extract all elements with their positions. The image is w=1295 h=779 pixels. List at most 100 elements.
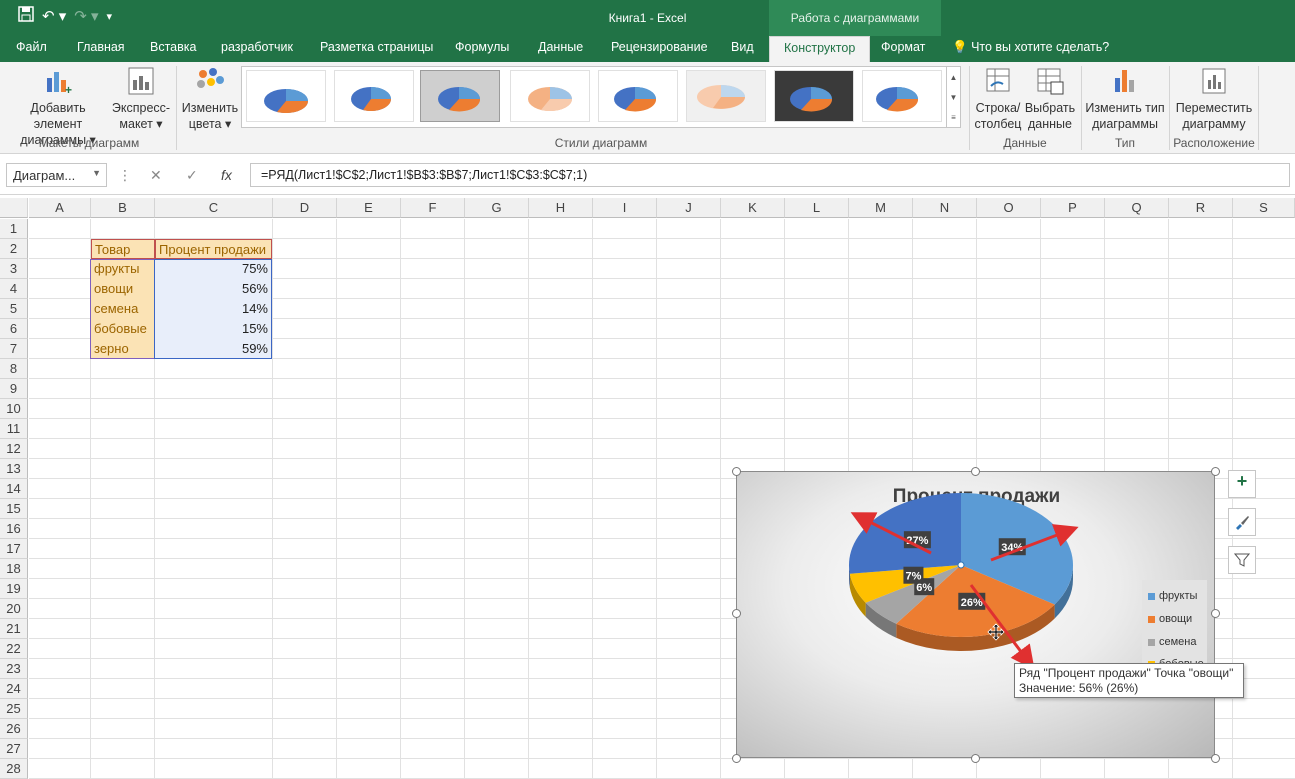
scroll-up-icon[interactable]: ▲ bbox=[947, 67, 960, 87]
tab-home[interactable]: Главная bbox=[77, 40, 125, 54]
cancel-edit-icon[interactable]: ✕ bbox=[150, 167, 162, 184]
resize-handle-n[interactable] bbox=[971, 467, 980, 476]
column-header-J[interactable]: J bbox=[657, 198, 721, 218]
row-header-28[interactable]: 28 bbox=[0, 759, 28, 779]
resize-handle-ne[interactable] bbox=[1211, 467, 1220, 476]
insert-function-icon[interactable]: fx bbox=[221, 167, 232, 183]
row-header-12[interactable]: 12 bbox=[0, 439, 28, 459]
row-header-9[interactable]: 9 bbox=[0, 379, 28, 399]
column-header-P[interactable]: P bbox=[1041, 198, 1105, 218]
tab-data[interactable]: Данные bbox=[538, 40, 583, 54]
cell-C2[interactable]: Процент продажи bbox=[155, 239, 272, 259]
chart-styles-button[interactable] bbox=[1228, 508, 1256, 536]
column-header-B[interactable]: B bbox=[91, 198, 155, 218]
slice-selection-handle[interactable] bbox=[957, 561, 965, 569]
move-chart-button[interactable]: Переместить диаграмму bbox=[1172, 66, 1256, 132]
data-label-овощи[interactable]: 26% bbox=[958, 592, 986, 610]
column-header-L[interactable]: L bbox=[785, 198, 849, 218]
row-header-4[interactable]: 4 bbox=[0, 279, 28, 299]
column-header-G[interactable]: G bbox=[465, 198, 529, 218]
row-header-2[interactable]: 2 bbox=[0, 239, 28, 259]
resize-handle-se[interactable] bbox=[1211, 754, 1220, 763]
resize-handle-w[interactable] bbox=[732, 609, 741, 618]
tab-formulas[interactable]: Формулы bbox=[455, 40, 509, 54]
column-header-R[interactable]: R bbox=[1169, 198, 1233, 218]
resize-handle-s[interactable] bbox=[971, 754, 980, 763]
formula-input[interactable]: =РЯД(Лист1!$C$2;Лист1!$B$3:$B$7;Лист1!$C… bbox=[250, 163, 1290, 187]
resize-handle-nw[interactable] bbox=[732, 467, 741, 476]
row-header-11[interactable]: 11 bbox=[0, 419, 28, 439]
name-box-dropdown-icon[interactable]: ▼ bbox=[92, 168, 101, 178]
switch-row-column-button[interactable]: Строка/ столбец bbox=[973, 66, 1023, 132]
row-header-10[interactable]: 10 bbox=[0, 399, 28, 419]
row-header-17[interactable]: 17 bbox=[0, 539, 28, 559]
chart-filters-button[interactable] bbox=[1228, 546, 1256, 574]
tab-developer[interactable]: разработчик bbox=[221, 40, 293, 54]
column-header-C[interactable]: C bbox=[155, 198, 273, 218]
column-header-I[interactable]: I bbox=[593, 198, 657, 218]
tab-format[interactable]: Формат bbox=[881, 40, 925, 54]
row-header-25[interactable]: 25 bbox=[0, 699, 28, 719]
chart-style-8[interactable] bbox=[862, 70, 942, 122]
row-header-26[interactable]: 26 bbox=[0, 719, 28, 739]
chart-style-4[interactable] bbox=[510, 70, 590, 122]
column-header-F[interactable]: F bbox=[401, 198, 465, 218]
tab-file[interactable]: Файл bbox=[16, 40, 47, 54]
tab-design[interactable]: Конструктор bbox=[769, 36, 871, 62]
change-chart-type-button[interactable]: Изменить тип диаграммы bbox=[1083, 66, 1167, 132]
row-header-15[interactable]: 15 bbox=[0, 499, 28, 519]
tab-page-layout[interactable]: Разметка страницы bbox=[320, 40, 433, 54]
row-header-21[interactable]: 21 bbox=[0, 619, 28, 639]
chart-style-5[interactable] bbox=[598, 70, 678, 122]
column-header-N[interactable]: N bbox=[913, 198, 977, 218]
cell-B2[interactable]: Товар bbox=[91, 239, 155, 259]
row-header-20[interactable]: 20 bbox=[0, 599, 28, 619]
column-header-A[interactable]: A bbox=[29, 198, 91, 218]
column-header-Q[interactable]: Q bbox=[1105, 198, 1169, 218]
row-header-16[interactable]: 16 bbox=[0, 519, 28, 539]
resize-handle-e[interactable] bbox=[1211, 609, 1220, 618]
column-header-S[interactable]: S bbox=[1233, 198, 1295, 218]
chart-style-6[interactable] bbox=[686, 70, 766, 122]
tell-me-search[interactable]: 💡 Что вы хотите сделать? bbox=[952, 40, 1109, 55]
chart-style-3-selected[interactable] bbox=[420, 70, 500, 122]
row-header-23[interactable]: 23 bbox=[0, 659, 28, 679]
resize-handle-sw[interactable] bbox=[732, 754, 741, 763]
more-options-icon[interactable]: ⋮ bbox=[118, 167, 132, 184]
column-header-D[interactable]: D bbox=[273, 198, 337, 218]
row-header-13[interactable]: 13 bbox=[0, 459, 28, 479]
chart-style-1[interactable] bbox=[246, 70, 326, 122]
row-header-18[interactable]: 18 bbox=[0, 559, 28, 579]
column-header-H[interactable]: H bbox=[529, 198, 593, 218]
column-header-K[interactable]: K bbox=[721, 198, 785, 218]
chart-legend[interactable]: фрукты овощи семена бобовые bbox=[1142, 580, 1207, 670]
row-header-7[interactable]: 7 bbox=[0, 339, 28, 359]
select-all-corner[interactable] bbox=[0, 198, 28, 218]
confirm-edit-icon[interactable]: ✓ bbox=[186, 167, 198, 184]
row-header-1[interactable]: 1 bbox=[0, 219, 28, 239]
chart-style-7[interactable] bbox=[774, 70, 854, 122]
row-header-14[interactable]: 14 bbox=[0, 479, 28, 499]
row-header-22[interactable]: 22 bbox=[0, 639, 28, 659]
name-box[interactable]: Диаграм... ▼ bbox=[6, 163, 107, 187]
select-data-button[interactable]: Выбрать данные bbox=[1024, 66, 1076, 132]
row-header-6[interactable]: 6 bbox=[0, 319, 28, 339]
chart-elements-button[interactable]: + bbox=[1228, 470, 1256, 498]
row-header-24[interactable]: 24 bbox=[0, 679, 28, 699]
data-label-бобовые[interactable]: 7% bbox=[903, 566, 924, 584]
tab-view[interactable]: Вид bbox=[731, 40, 754, 54]
row-header-3[interactable]: 3 bbox=[0, 259, 28, 279]
quick-layout-button[interactable]: Экспресс- макет ▾ bbox=[111, 66, 171, 132]
scroll-down-icon[interactable]: ▼ bbox=[947, 87, 960, 107]
row-header-27[interactable]: 27 bbox=[0, 739, 28, 759]
column-header-E[interactable]: E bbox=[337, 198, 401, 218]
pie-chart[interactable]: Процент продажи 34%26%6%7%27% фрукты ово… bbox=[736, 471, 1215, 758]
gallery-more-icon[interactable]: ≡ bbox=[947, 107, 960, 127]
gallery-scroll[interactable]: ▲ ▼ ≡ bbox=[946, 67, 960, 127]
tab-review[interactable]: Рецензирование bbox=[611, 40, 708, 54]
column-header-O[interactable]: O bbox=[977, 198, 1041, 218]
row-header-5[interactable]: 5 bbox=[0, 299, 28, 319]
tab-insert[interactable]: Вставка bbox=[150, 40, 196, 54]
row-header-19[interactable]: 19 bbox=[0, 579, 28, 599]
chart-style-2[interactable] bbox=[334, 70, 414, 122]
